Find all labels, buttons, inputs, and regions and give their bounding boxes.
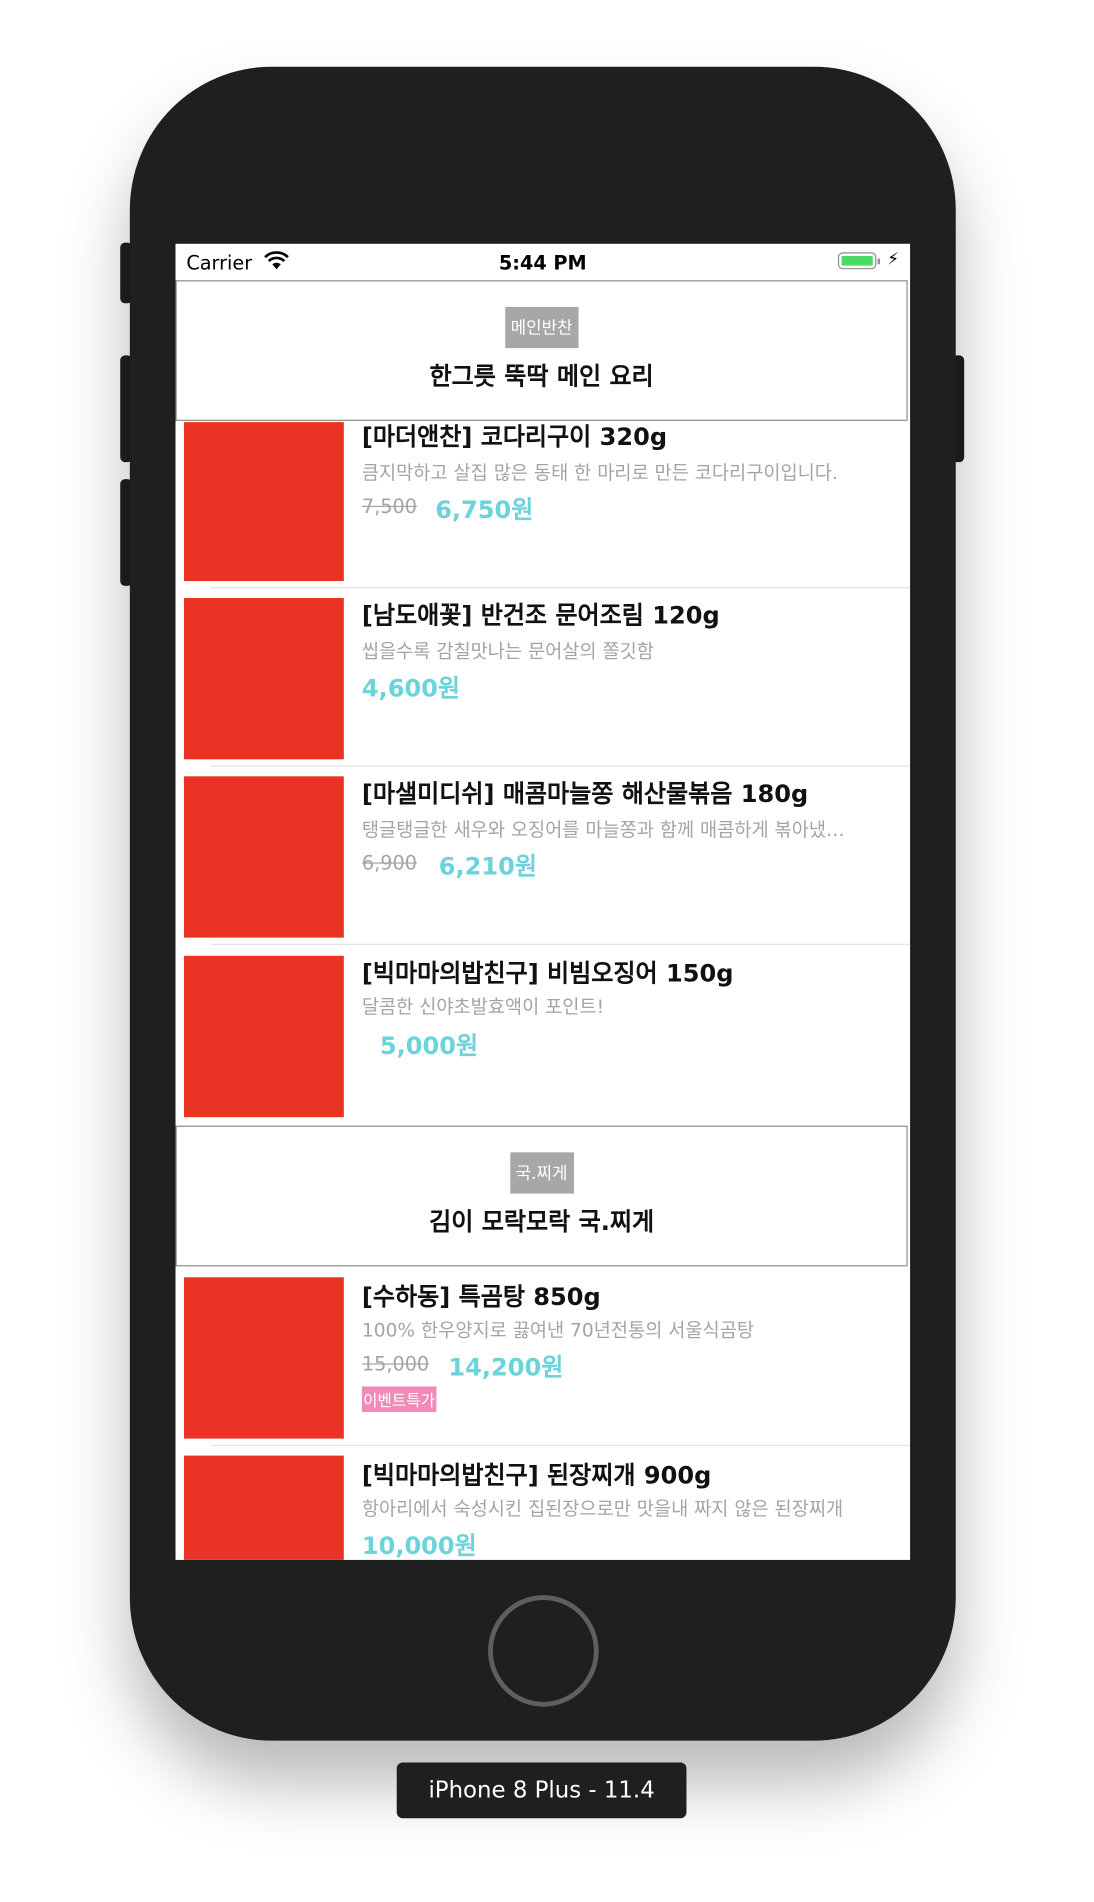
product-title: [마샐미디쉬] 매콤마늘쫑 해산물볶음 180g xyxy=(361,778,809,808)
product-thumbnail xyxy=(183,955,344,1118)
charging-bolt-icon: ⚡ xyxy=(887,249,900,270)
battery-icon xyxy=(837,252,881,270)
section-header-main-dishes: 메인반찬 한그릇 뚝딱 메인 요리 xyxy=(175,280,908,421)
product-row[interactable]: [마샐미디쉬] 매콤마늘쫑 해산물볶음 180g 탱글탱글한 새우와 오징어를 … xyxy=(176,767,911,945)
row-divider xyxy=(210,943,911,945)
product-price: 14,200원 xyxy=(448,1352,564,1382)
status-time: 5:44 PM xyxy=(498,251,587,275)
product-title: [빅마마의밥친구] 비빔오징어 150g xyxy=(361,958,734,988)
product-thumbnail xyxy=(183,422,344,582)
product-description: 탱글탱글한 새우와 오징어를 마늘쫑과 함께 매콤하게 볶아냈… xyxy=(361,818,845,841)
event-tag: 이벤트특가 xyxy=(361,1386,437,1412)
home-button[interactable] xyxy=(488,1595,599,1707)
product-description: 달콤한 신야초발효액이 포인트! xyxy=(361,995,605,1018)
product-description: 씹을수록 감칠맛나는 문어살의 쫄깃함 xyxy=(361,640,654,663)
product-row[interactable]: [수하동] 특곰탕 850g 100% 한우양지로 끓여낸 70년전통의 서울식… xyxy=(176,1268,911,1446)
product-description: 100% 한우양지로 끓여낸 70년전통의 서울식곰탕 xyxy=(361,1319,754,1342)
product-price: 10,000원 xyxy=(361,1530,477,1560)
product-row[interactable]: [빅마마의밥친구] 된장찌개 900g 항아리에서 숙성시킨 집된장으로만 맛을… xyxy=(176,1446,911,1560)
product-price: 4,600원 xyxy=(361,673,461,703)
product-description: 큼지막하고 살집 많은 동태 한 마리로 만든 코다리구이입니다. xyxy=(361,462,838,484)
section-title: 김이 모락모락 국.찌게 xyxy=(429,1206,655,1237)
section-badge: 메인반찬 xyxy=(504,306,579,349)
product-title: [마더앤찬] 코다리구이 320g xyxy=(361,422,668,452)
status-bar: Carrier 5:44 PM ⚡ xyxy=(175,243,911,281)
product-thumbnail xyxy=(183,1455,344,1560)
product-row[interactable]: [빅마마의밥친구] 비빔오징어 150g 달콤한 신야초발효액이 포인트! 5,… xyxy=(176,946,911,1124)
product-title: [수하동] 특곰탕 850g xyxy=(361,1282,601,1312)
section-badge: 국.찌게 xyxy=(509,1152,574,1194)
product-description: 항아리에서 숙성시킨 집된장으로만 맛을내 짜지 않은 된장찌개 xyxy=(361,1498,844,1520)
simulator-stage: Carrier 5:44 PM ⚡ 메인반찬 한그릇 뚝딱 메인 요리 [마더앤… xyxy=(0,0,1094,1902)
product-thumbnail xyxy=(183,776,344,938)
simulator-device-label: iPhone 8 Plus - 11.4 xyxy=(396,1762,687,1819)
product-price: 6,750원 xyxy=(435,494,534,525)
product-original-price: 7,500 xyxy=(361,494,417,518)
product-row[interactable]: [마더앤찬] 코다리구이 320g 큼지막하고 살집 많은 동태 한 마리로 만… xyxy=(176,410,911,589)
section-header-soups: 국.찌게 김이 모락모락 국.찌게 xyxy=(175,1125,908,1267)
product-title: [남도애꽃] 반건조 문어조림 120g xyxy=(361,600,720,630)
section-title: 한그릇 뚝딱 메인 요리 xyxy=(429,361,654,391)
product-thumbnail xyxy=(183,598,344,760)
app-screen: Carrier 5:44 PM ⚡ 메인반찬 한그릇 뚝딱 메인 요리 [마더앤… xyxy=(175,243,911,1560)
product-thumbnail xyxy=(183,1277,344,1439)
product-title: [빅마마의밥친구] 된장찌개 900g xyxy=(361,1460,712,1490)
product-original-price: 6,900 xyxy=(361,851,417,875)
product-original-price: 15,000 xyxy=(361,1352,430,1376)
product-price: 6,210원 xyxy=(438,851,537,881)
product-row[interactable]: [남도애꽃] 반건조 문어조림 120g 씹을수록 감칠맛나는 문어살의 쫄깃함… xyxy=(176,588,911,767)
product-price: 5,000원 xyxy=(379,1031,479,1061)
